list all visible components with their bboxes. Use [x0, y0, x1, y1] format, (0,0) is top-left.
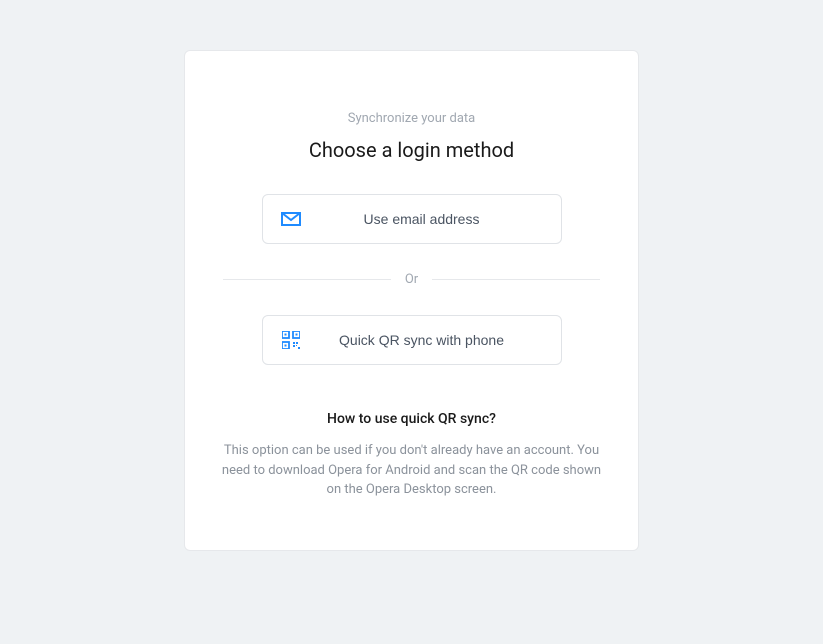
page-title: Choose a login method — [215, 138, 608, 162]
email-icon — [281, 211, 301, 227]
divider-label: Or — [391, 272, 432, 287]
login-method-card: Synchronize your data Choose a login met… — [184, 50, 639, 551]
help-text: This option can be used if you don't alr… — [215, 441, 608, 500]
qr-sync-button[interactable]: Quick QR sync with phone — [262, 315, 562, 365]
qr-code-icon — [281, 332, 301, 348]
help-title: How to use quick QR sync? — [215, 411, 608, 427]
email-button-label: Use email address — [301, 211, 543, 227]
use-email-button[interactable]: Use email address — [262, 194, 562, 244]
subtitle: Synchronize your data — [215, 111, 608, 126]
divider: Or — [223, 272, 600, 287]
qr-button-label: Quick QR sync with phone — [301, 332, 543, 348]
